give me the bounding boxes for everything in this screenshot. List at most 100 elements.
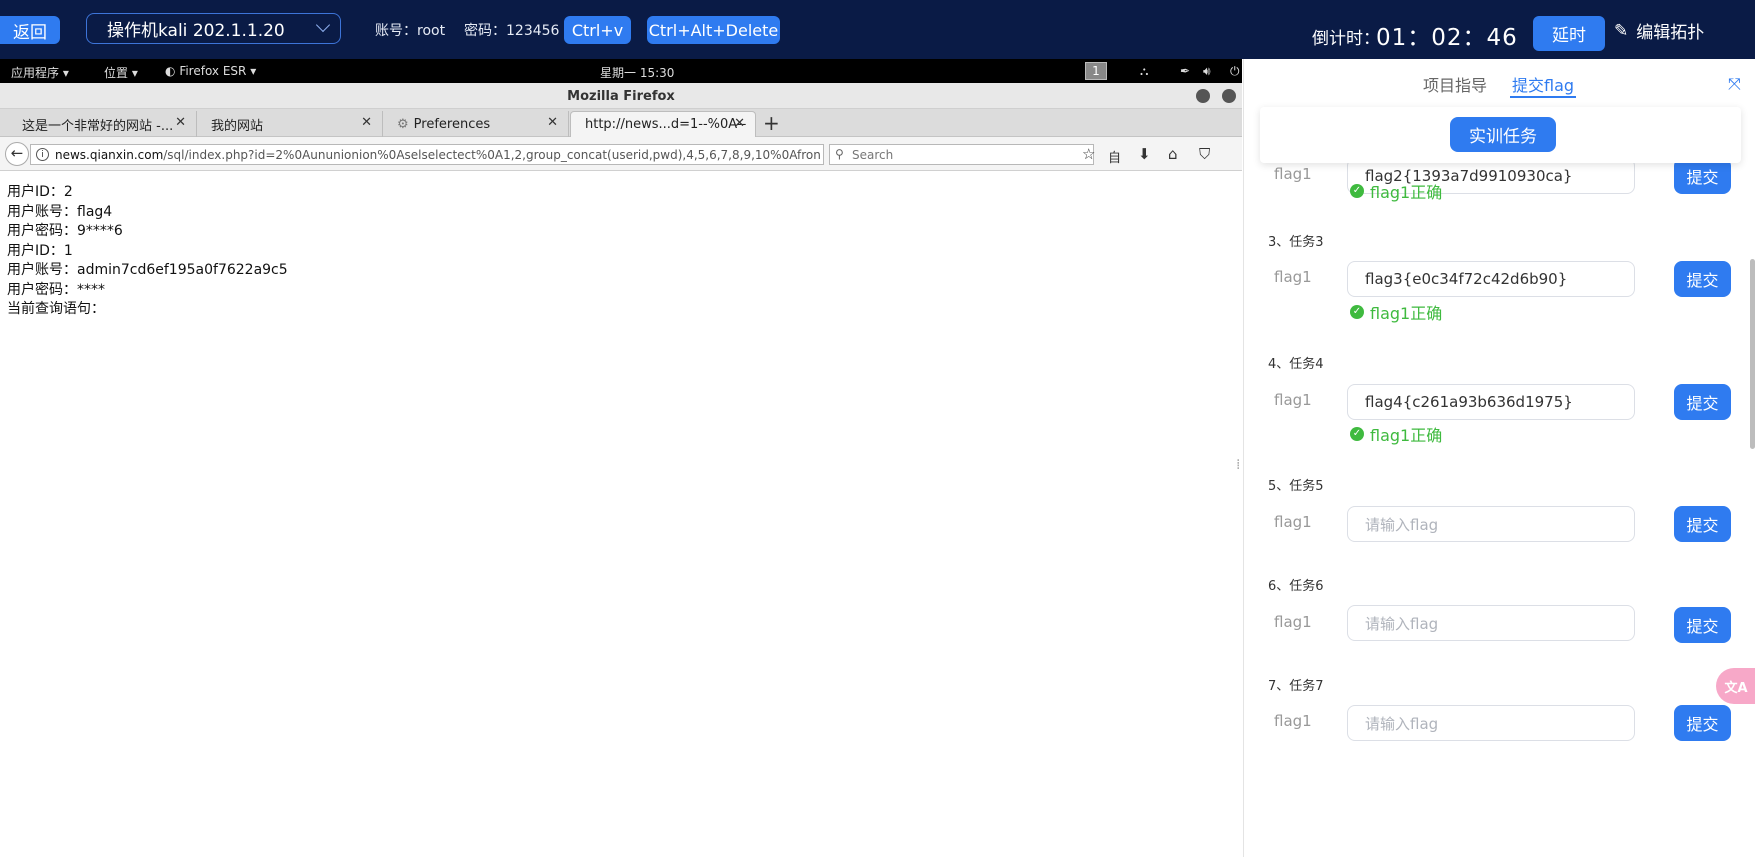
new-tab-icon[interactable]: + [763,111,780,135]
volume-icon[interactable]: 🔊︎ [1203,64,1211,79]
flag-value: flag3{e0c34f72c42d6b90} [1365,270,1568,288]
tab-submit-flag[interactable]: 提交flag [1512,72,1574,96]
delay-button[interactable]: 延时 [1533,16,1605,51]
info-icon[interactable]: i [36,148,49,161]
pencil-icon: ✎ [1614,20,1629,41]
ctrl-v-button[interactable]: Ctrl+v [564,16,631,44]
close-icon[interactable]: ✕ [547,115,558,130]
firefox-titlebar: Mozilla Firefox [0,83,1242,109]
correct-status: ✓ flag1正确 [1350,300,1442,324]
result-line: 用户ID：2 [7,184,73,200]
power-icon[interactable]: ⏻ [1230,64,1240,79]
scrollbar[interactable] [1750,259,1755,449]
places-menu[interactable]: 位置 ▾ [104,64,138,81]
browser-tab[interactable]: 这是一个非常好的网站 -... ✕ [8,111,197,137]
task-title: 6、任务6 [1268,579,1324,594]
flag-label: flag1 [1274,513,1312,531]
pen-icon[interactable]: ✒ [1180,64,1190,78]
edit-topology-button[interactable]: ✎ 编辑拓扑 [1614,18,1705,44]
tab-label: http://news...d=1--%0A-- [585,117,747,132]
tab-label: Preferences [413,116,491,132]
ctrl-alt-delete-button[interactable]: Ctrl+Alt+Delete [647,16,780,44]
task-title: 4、任务4 [1268,357,1324,372]
correct-text: flag1正确 [1370,426,1443,445]
flag-placeholder: 请输入flag [1365,714,1439,733]
submit-button[interactable]: 提交 [1674,158,1731,194]
task-title: 3、任务3 [1268,235,1324,250]
vm-select[interactable]: 操作机kali 202.1.1.20 [86,13,341,44]
home-icon[interactable]: ⌂ [1168,145,1178,163]
firefox-app-menu[interactable]: ◐ Firefox ESR ▾ [165,64,256,78]
flag-value: flag4{c261a93b636d1975} [1365,393,1573,411]
flag-input[interactable]: 请输入flag [1347,705,1635,741]
tab-project-guide[interactable]: 项目指导 [1423,72,1487,96]
submit-button[interactable]: 提交 [1674,705,1731,741]
clock[interactable]: 星期一 15:30 [600,64,674,81]
search-input[interactable]: ⚲ Search [829,144,1094,165]
account-text: 账号：root [375,23,446,39]
correct-text: flag1正确 [1370,183,1443,202]
submit-button[interactable]: 提交 [1674,261,1731,297]
flag-label: flag1 [1274,165,1312,183]
countdown-value: 01：02：46 [1376,25,1518,51]
flag-input[interactable]: flag3{e0c34f72c42d6b90} [1347,261,1635,297]
tab-label: 这是一个非常好的网站 -... [22,118,174,134]
workspace-indicator[interactable]: 1 [1085,62,1107,80]
back-button[interactable]: 返回 [0,16,60,44]
flag-label: flag1 [1274,613,1312,631]
check-circle-icon: ✓ [1350,184,1364,198]
correct-text: flag1正确 [1370,304,1443,323]
applications-menu[interactable]: 应用程序 ▾ [11,64,69,81]
bookmark-star-icon[interactable]: ☆ [1082,145,1095,163]
edit-topology-label: 编辑拓扑 [1636,23,1705,43]
panel-resize-handle[interactable]: ⁞ [1236,457,1240,473]
correct-status: ✓ flag1正确 [1350,422,1442,446]
search-icon: ⚲ [835,147,844,161]
flag-panel: 项目指导 提交flag ⤧ 实训任务 flag1 flag2{1393a7d99… [1243,59,1755,857]
flag-input[interactable]: 请输入flag [1347,506,1635,542]
gear-icon: ⚙ [397,116,409,132]
search-placeholder: Search [852,147,894,162]
translate-badge[interactable]: 文A [1716,668,1755,704]
url-bar[interactable]: i news.qianxin.com/sql/index.php?id=2%0A… [30,144,824,165]
result-line: 用户ID：1 [7,242,73,259]
back-arrow-icon[interactable]: ← [5,142,29,166]
flag-label: flag1 [1274,268,1312,286]
close-icon[interactable]: ✕ [361,115,372,130]
submit-button[interactable]: 提交 [1674,607,1731,643]
training-tasks-button[interactable]: 实训任务 [1450,117,1556,152]
platform-topbar: 返回 操作机kali 202.1.1.20 账号：root 密码：123456 … [0,0,1755,59]
expand-icon[interactable]: ⤧ [1728,74,1741,94]
minimize-icon[interactable] [1196,89,1210,103]
pocket-icon[interactable]: ⛉ [1199,145,1210,163]
reader-icon[interactable]: 自 [1108,147,1121,166]
check-circle-icon: ✓ [1350,305,1364,319]
network-icon[interactable]: ⛬ [1140,64,1148,79]
vm-select-value: 操作机kali 202.1.1.20 [107,21,285,41]
check-circle-icon: ✓ [1350,427,1364,441]
firefox-navbar: ← i news.qianxin.com/sql/index.php?id=2%… [0,137,1242,171]
result-line: 用户密码：**** [7,281,105,298]
flag-placeholder: 请输入flag [1365,614,1439,633]
browser-tab[interactable]: ⚙ Preferences ✕ [383,111,569,137]
submit-button[interactable]: 提交 [1674,384,1731,420]
url-host: news.qianxin.com [55,147,164,162]
panel-tabs: 项目指导 提交flag ⤧ [1244,59,1755,103]
result-line: 当前查询语句： [7,301,105,317]
flag-label: flag1 [1274,391,1312,409]
flag-input[interactable]: flag4{c261a93b636d1975} [1347,384,1635,420]
browser-tab[interactable]: 我的网站 ✕ [197,111,383,137]
result-line: 用户密码：9****6 [7,223,123,239]
flag-input[interactable]: 请输入flag [1347,605,1635,641]
maximize-icon[interactable] [1222,89,1236,103]
url-path: /sql/index.php?id=2%0Aununionion%0Aselse… [163,147,821,162]
submit-button[interactable]: 提交 [1674,506,1731,542]
close-icon[interactable]: ✕ [734,116,745,131]
download-icon[interactable]: ⬇ [1138,145,1151,163]
close-icon[interactable]: ✕ [175,115,186,130]
vm-screen[interactable]: 应用程序 ▾ 位置 ▾ ◐ Firefox ESR ▾ 星期一 15:30 1 … [0,59,1242,857]
countdown-label: 倒计时： [1312,29,1380,49]
browser-tab-active[interactable]: http://news...d=1--%0A-- ✕ [570,111,756,137]
flag-label: flag1 [1274,712,1312,730]
firefox-tabbar: 这是一个非常好的网站 -... ✕ 我的网站 ✕ ⚙ Preferences ✕… [0,109,1242,137]
